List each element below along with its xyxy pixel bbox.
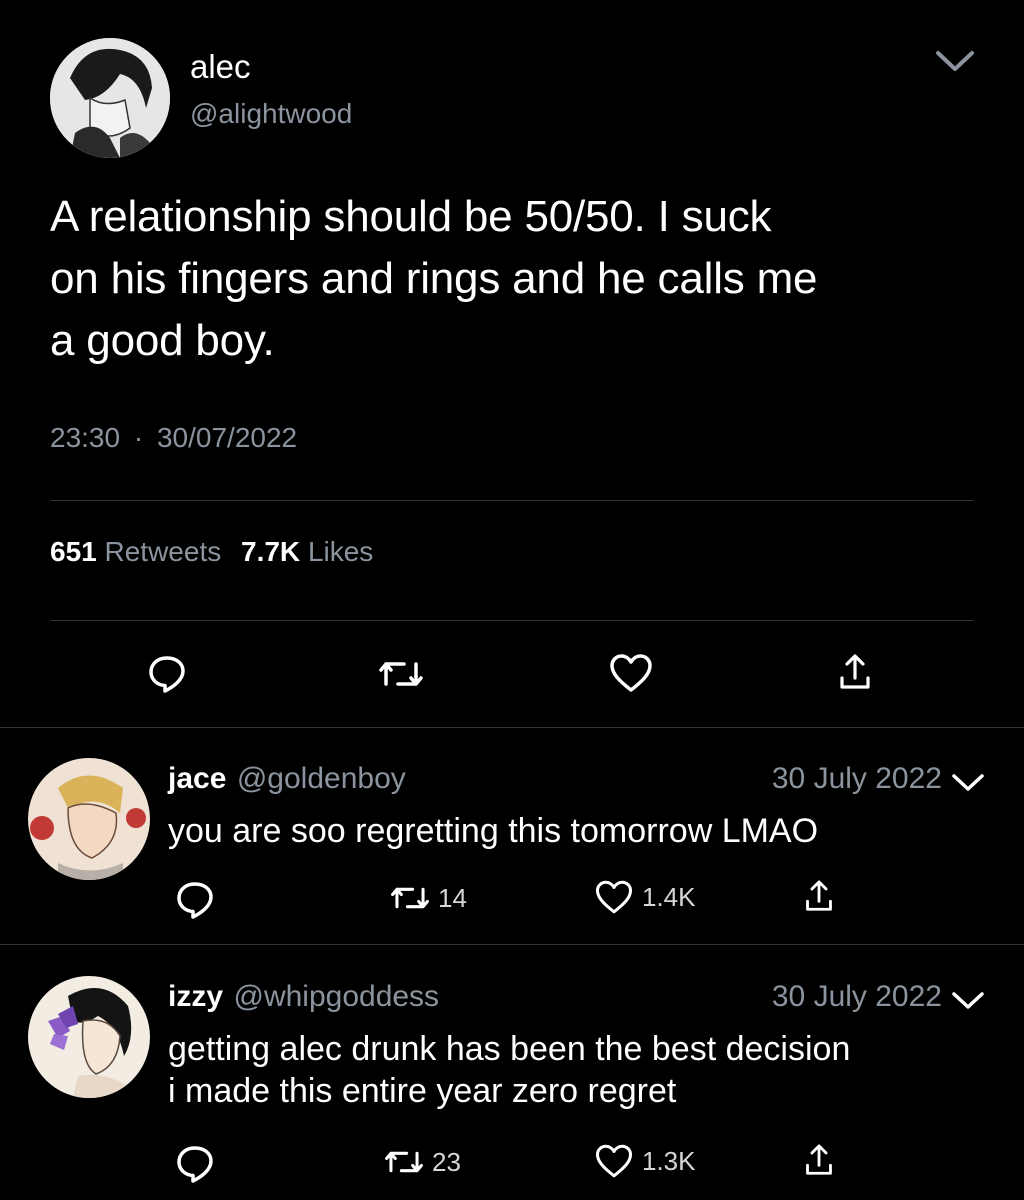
likes-count: 7.7K: [241, 536, 301, 567]
tweet-time: 23:30: [50, 422, 121, 453]
like-count: 1.4K: [642, 881, 696, 912]
author-name[interactable]: alec: [190, 48, 251, 86]
chevron-down-icon[interactable]: [950, 772, 986, 799]
like-icon: [594, 878, 634, 916]
reply-author-name[interactable]: izzy: [168, 980, 223, 1013]
divider: [0, 944, 1024, 945]
reply-avatar[interactable]: [28, 976, 150, 1098]
reply-text-line: you are soo regretting this tomorrow LMA…: [168, 812, 819, 850]
tweet-text-line: A relationship should be 50/50. I suck: [50, 192, 772, 241]
share-icon[interactable]: [804, 1142, 834, 1178]
reply-date[interactable]: 30 July 2022: [772, 980, 942, 1014]
like-icon: [594, 1142, 634, 1180]
share-icon[interactable]: [838, 652, 872, 692]
reply-icon[interactable]: [174, 1142, 216, 1184]
tweet-date: 30/07/2022: [156, 422, 298, 453]
chevron-down-icon[interactable]: [950, 990, 986, 1017]
reply-date[interactable]: 30 July 2022: [772, 762, 942, 796]
reply-text-line: i made this entire year zero regret: [168, 1072, 677, 1110]
tweet-text-line: on his fingers and rings and he calls me: [50, 254, 818, 303]
reply-author-handle[interactable]: @whipgoddess: [233, 980, 439, 1013]
likes-label: Likes: [307, 536, 374, 567]
likes-stat[interactable]: 7.7K Likes: [241, 536, 373, 567]
reply-avatar[interactable]: [28, 758, 150, 880]
share-icon[interactable]: [804, 878, 834, 914]
like-action[interactable]: 1.4K: [594, 878, 696, 916]
divider: [50, 500, 974, 501]
like-icon[interactable]: [608, 652, 654, 694]
dot-separator: ·: [133, 422, 144, 453]
reply-author-name[interactable]: jace: [168, 762, 226, 795]
retweets-stat[interactable]: 651 Retweets: [50, 536, 229, 567]
divider: [0, 727, 1024, 728]
retweet-icon: [390, 882, 430, 914]
reply-text-line: getting alec drunk has been the best dec…: [168, 1030, 851, 1068]
retweet-count: 14: [438, 882, 467, 913]
tweet-stats: 651 Retweets 7.7K Likes: [50, 536, 373, 568]
chevron-down-icon[interactable]: [934, 48, 976, 79]
reply-header: jace @goldenboy: [168, 762, 406, 796]
like-count: 1.3K: [642, 1145, 696, 1176]
tweet-timestamp[interactable]: 23:30 · 30/07/2022: [50, 422, 297, 454]
reply-text: you are soo regretting this tomorrow LMA…: [168, 810, 988, 852]
reply-header: izzy @whipgoddess: [168, 980, 439, 1014]
like-action[interactable]: 1.3K: [594, 1142, 696, 1180]
reply-icon[interactable]: [174, 878, 216, 920]
retweet-icon[interactable]: [378, 656, 424, 692]
retweets-label: Retweets: [104, 536, 222, 567]
reply-text: getting alec drunk has been the best dec…: [168, 1028, 998, 1112]
author-handle[interactable]: @alightwood: [190, 98, 352, 130]
retweet-action[interactable]: 23: [384, 1146, 461, 1178]
reply-icon[interactable]: [146, 652, 188, 694]
divider: [50, 620, 974, 621]
retweet-icon: [384, 1146, 424, 1178]
tweet-text-line: a good boy.: [50, 316, 275, 365]
reply-author-handle[interactable]: @goldenboy: [237, 762, 406, 795]
retweet-count: 23: [432, 1146, 461, 1177]
author-avatar[interactable]: [50, 38, 170, 158]
tweet-text: A relationship should be 50/50. I suck o…: [50, 186, 1000, 372]
retweets-count: 651: [50, 536, 97, 567]
retweet-action[interactable]: 14: [390, 882, 467, 914]
